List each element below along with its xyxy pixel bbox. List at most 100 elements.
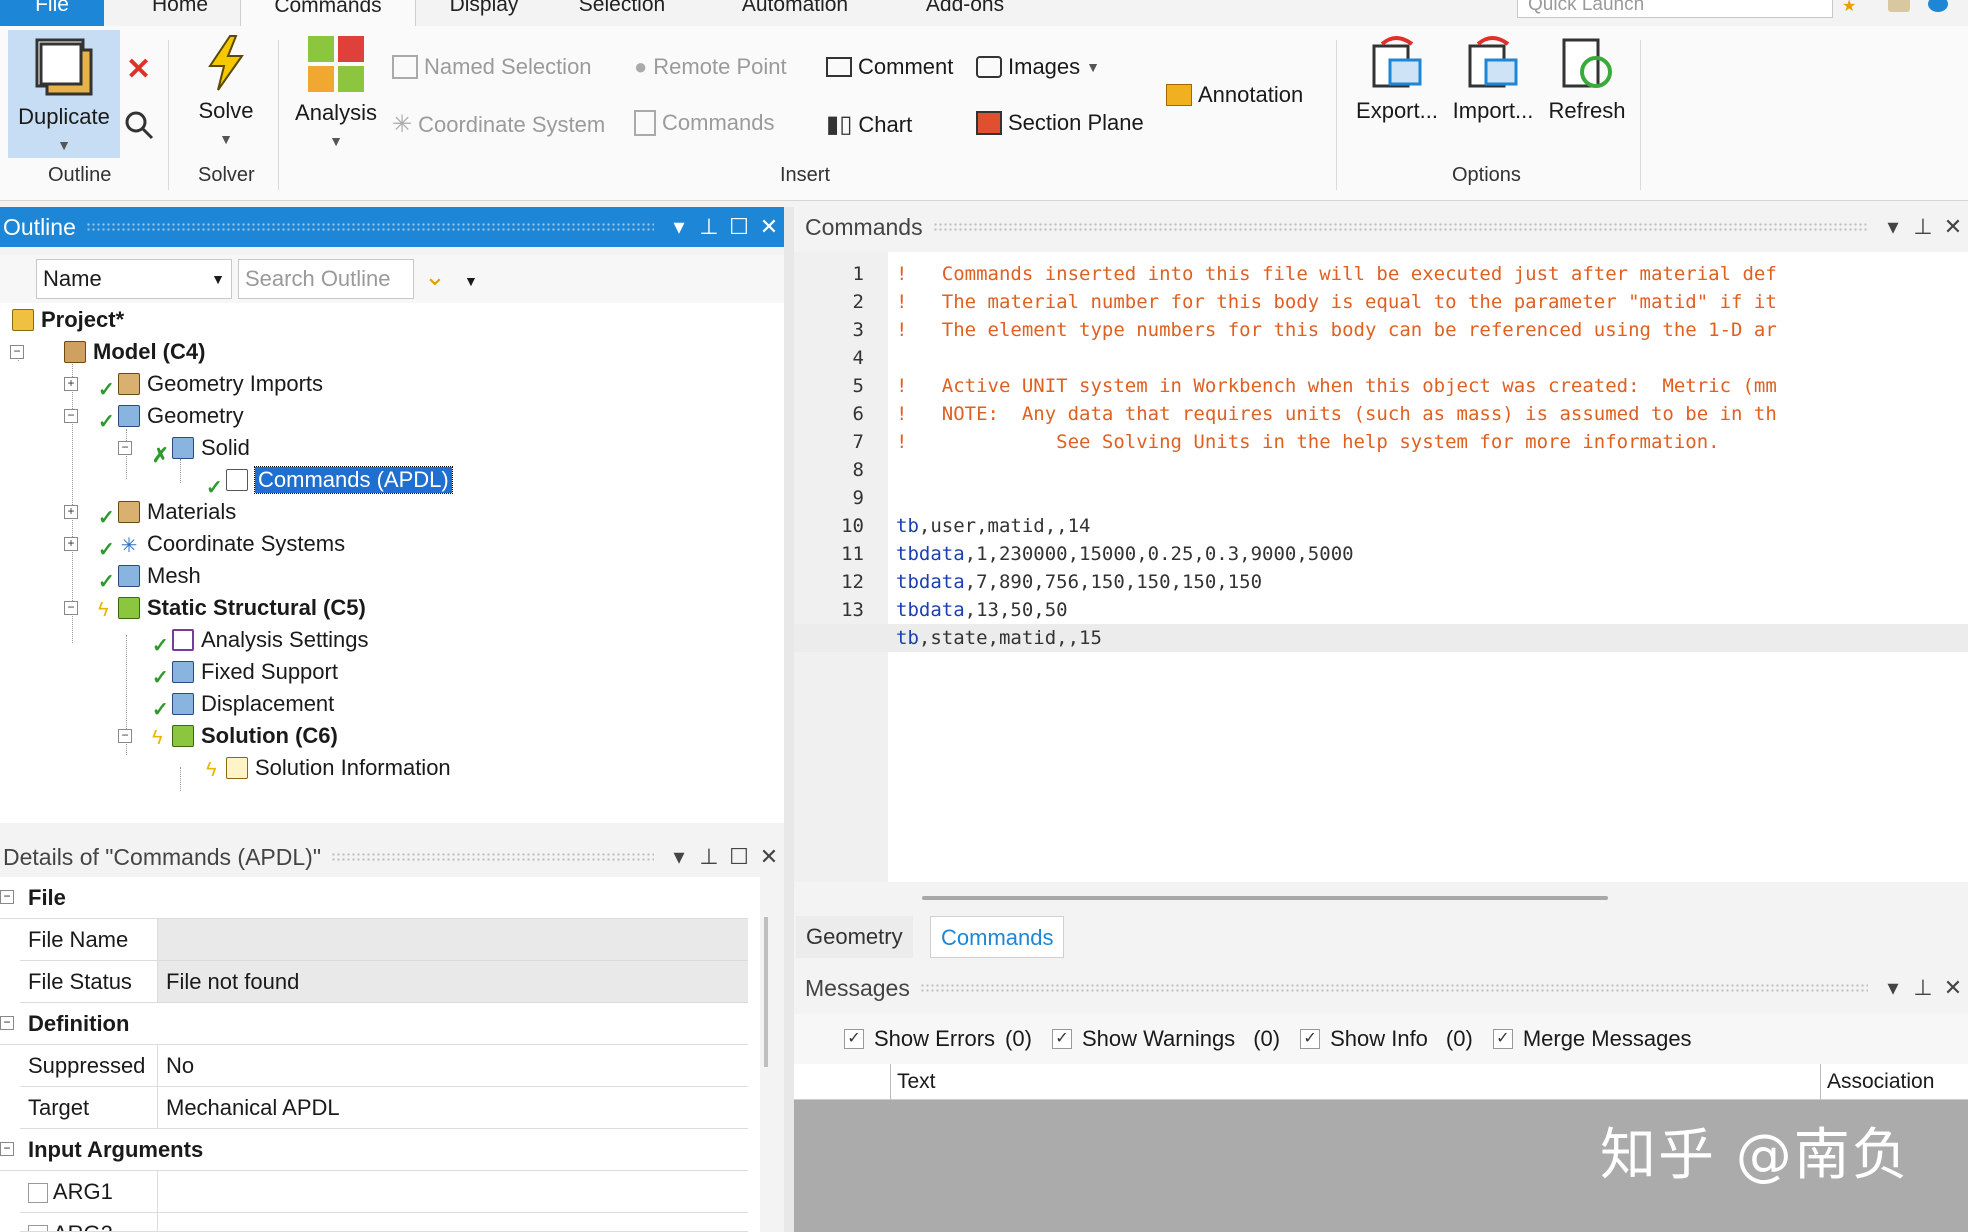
property-value[interactable] [158, 1213, 748, 1231]
tab-add-ons[interactable]: Add-ons [910, 0, 1020, 26]
tab-commands[interactable]: Commands [240, 0, 416, 26]
code-line[interactable]: ! NOTE: Any data that requires units (su… [896, 400, 1777, 428]
section-definition[interactable]: − Definition [0, 1003, 748, 1045]
tab-home[interactable]: Home [128, 0, 232, 26]
refresh-button[interactable]: Refresh [1540, 34, 1634, 124]
collapse-toggle[interactable]: − [0, 1142, 14, 1156]
tab-automation[interactable]: Automation [720, 0, 870, 26]
details-row-file-status[interactable]: File Status File not found [20, 961, 748, 1003]
code-line[interactable]: tbdata,1,230000,15000,0.25,0.3,9000,5000 [896, 540, 1354, 568]
help-icon[interactable] [1928, 0, 1948, 12]
code-line[interactable]: tbdata,7,890,756,150,150,150,150 [896, 568, 1262, 596]
collapse-toggle[interactable]: − [64, 601, 78, 615]
comment-button[interactable]: Comment [826, 54, 953, 80]
column-header-text[interactable]: Text [890, 1064, 936, 1100]
details-scrollbar[interactable] [764, 917, 768, 1067]
commands-button[interactable]: Commands [634, 110, 774, 136]
code-editor[interactable]: 1234567891011121314 ! Commands inserted … [794, 252, 1968, 882]
show-info-checkbox[interactable]: ✓ [1300, 1029, 1321, 1049]
property-value[interactable]: Mechanical APDL [158, 1087, 748, 1128]
tree-node-solid[interactable]: Solid [172, 433, 250, 463]
pin-icon[interactable]: ⊥ [1908, 214, 1938, 240]
code-line[interactable]: tb,state,matid,,15 [896, 624, 1102, 652]
collapse-toggle[interactable]: − [0, 890, 14, 904]
section-plane-button[interactable]: Section Plane [976, 110, 1144, 136]
tree-node-model[interactable]: Model (C4) [64, 337, 205, 367]
collapse-toggle[interactable]: − [118, 441, 132, 455]
tree-node-fixed-support[interactable]: Fixed Support [172, 657, 338, 687]
coordinate-system-button[interactable]: ✳ Coordinate System [392, 110, 605, 139]
feedback-icon[interactable] [1888, 0, 1910, 12]
chevron-down-icon[interactable]: ▾ [1878, 214, 1908, 240]
chevron-down-icon[interactable]: ▼ [464, 273, 478, 289]
arg1-checkbox[interactable] [28, 1183, 48, 1204]
details-row-file-name[interactable]: File Name [20, 919, 748, 961]
code-line[interactable]: ! See Solving Units in the help system f… [896, 428, 1720, 456]
expand-toggle[interactable]: + [64, 537, 78, 551]
arg2-checkbox[interactable] [28, 1225, 48, 1231]
images-button[interactable]: Images ▼ [976, 54, 1100, 80]
tab-file[interactable]: File [0, 0, 104, 26]
tree-node-mesh[interactable]: Mesh [118, 561, 201, 591]
tab-selection[interactable]: Selection [560, 0, 684, 26]
maximize-icon[interactable]: ☐ [724, 214, 754, 240]
named-selection-button[interactable]: Named Selection [392, 54, 592, 80]
details-row-suppressed[interactable]: Suppressed No [20, 1045, 748, 1087]
code-line[interactable]: ! The element type numbers for this body… [896, 316, 1777, 344]
tree-node-commands-apdl[interactable]: Commands (APDL) [226, 465, 453, 495]
details-row-arg2[interactable]: ARG2 [20, 1213, 748, 1232]
tree-node-displacement[interactable]: Displacement [172, 689, 334, 719]
code-line[interactable]: tbdata,13,50,50 [896, 596, 1068, 624]
chart-button[interactable]: ▮▯ Chart [826, 110, 912, 139]
tab-commands-editor[interactable]: Commands [930, 916, 1065, 958]
pin-icon[interactable]: ⊥ [694, 844, 724, 870]
tree-node-geometry[interactable]: Geometry [118, 401, 244, 431]
annotation-button[interactable]: Annotation [1166, 82, 1303, 108]
pin-icon[interactable]: ⊥ [1908, 975, 1938, 1001]
filter-chevron-icon[interactable]: ⌄ [424, 261, 446, 292]
close-icon[interactable]: ✕ [754, 214, 784, 240]
section-file[interactable]: − File [0, 877, 748, 919]
export-button[interactable]: Export... [1350, 34, 1444, 124]
section-input-arguments[interactable]: − Input Arguments [0, 1129, 748, 1171]
name-filter-select[interactable]: Name ▼ [36, 259, 232, 299]
analysis-button[interactable]: Analysis ▼ [288, 34, 384, 152]
tree-node-geometry-imports[interactable]: Geometry Imports [118, 369, 323, 399]
import-button[interactable]: Import... [1446, 34, 1540, 124]
editor-horizontal-scrollbar[interactable] [922, 896, 1608, 900]
code-line[interactable]: ! Active UNIT system in Workbench when t… [896, 372, 1777, 400]
show-errors-checkbox[interactable]: ✓ [844, 1029, 864, 1049]
tree-node-materials[interactable]: Materials [118, 497, 236, 527]
tree-node-static-structural[interactable]: Static Structural (C5) [118, 593, 366, 623]
code-line[interactable]: tb,user,matid,,14 [896, 512, 1090, 540]
close-icon[interactable]: ✕ [1938, 975, 1968, 1001]
delete-icon[interactable]: ✕ [126, 52, 151, 87]
pin-icon[interactable]: ⊥ [694, 214, 724, 240]
tab-display[interactable]: Display [432, 0, 536, 26]
search-outline-input[interactable]: Search Outline [238, 259, 414, 299]
tab-geometry[interactable]: Geometry [796, 916, 913, 958]
code-line[interactable]: ! The material number for this body is e… [896, 288, 1777, 316]
chevron-down-icon[interactable]: ▾ [1878, 975, 1908, 1001]
collapse-toggle[interactable]: − [10, 345, 24, 359]
tree-node-solution[interactable]: Solution (C6) [172, 721, 338, 751]
collapse-toggle[interactable]: − [118, 729, 132, 743]
property-value[interactable] [158, 919, 748, 960]
collapse-toggle[interactable]: − [0, 1016, 14, 1030]
panel-splitter[interactable] [784, 207, 794, 1232]
close-icon[interactable]: ✕ [754, 844, 784, 870]
chevron-down-icon[interactable]: ▾ [664, 214, 694, 240]
code-line[interactable]: ! Commands inserted into this file will … [896, 260, 1777, 288]
star-icon[interactable]: ★ [1842, 0, 1864, 15]
tree-node-analysis-settings[interactable]: Analysis Settings [172, 625, 369, 655]
collapse-toggle[interactable]: − [64, 409, 78, 423]
details-row-arg1[interactable]: ARG1 [20, 1171, 748, 1213]
property-value[interactable] [158, 1171, 748, 1212]
tree-node-solution-information[interactable]: Solution Information [226, 753, 451, 783]
maximize-icon[interactable]: ☐ [724, 844, 754, 870]
solve-button[interactable]: Solve ▼ [188, 34, 264, 150]
column-header-association[interactable]: Association [1820, 1064, 1934, 1100]
details-row-target[interactable]: Target Mechanical APDL [20, 1087, 748, 1129]
search-icon[interactable] [124, 110, 154, 140]
expand-toggle[interactable]: + [64, 377, 78, 391]
